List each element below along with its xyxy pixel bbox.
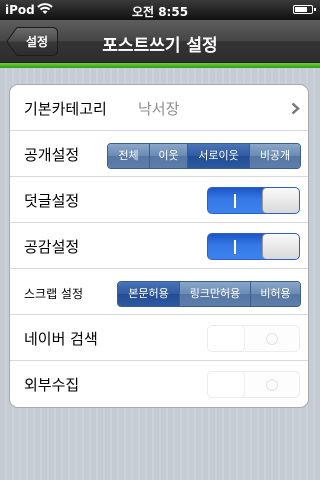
scrap-row: 스크랩 설정 본문허용 링크만허용 비허용 xyxy=(10,269,308,315)
navigation-bar: 설정 포스트쓰기 설정 xyxy=(0,20,320,63)
naver-search-toggle[interactable] xyxy=(207,325,300,352)
external-collect-toggle[interactable] xyxy=(207,371,300,398)
category-value: 낙서장 xyxy=(138,100,180,118)
visibility-label: 공개설정 xyxy=(24,146,80,164)
category-row[interactable]: 기본카테고리 낙서장 xyxy=(10,85,308,131)
visibility-option-private[interactable]: 비공개 xyxy=(250,144,300,168)
comments-label: 덧글설정 xyxy=(24,192,80,210)
settings-group: 기본카테고리 낙서장 공개설정 전체 이웃 서로이웃 비공개 덧글설정 공감설정… xyxy=(9,84,309,408)
page-title: 포스트쓰기 설정 xyxy=(102,36,218,56)
toggle-knob xyxy=(208,326,245,351)
visibility-option-mutual-neighbors[interactable]: 서로이웃 xyxy=(188,144,250,168)
comments-row: 덧글설정 xyxy=(10,177,308,223)
visibility-option-neighbors[interactable]: 이웃 xyxy=(150,144,188,168)
naver-search-row: 네이버 검색 xyxy=(10,315,308,361)
toggle-knob xyxy=(262,234,299,259)
naver-search-label: 네이버 검색 xyxy=(24,330,98,348)
scrap-option-allow-body[interactable]: 본문허용 xyxy=(118,282,180,306)
chevron-right-icon xyxy=(291,100,300,119)
toggle-knob xyxy=(262,188,299,213)
scrap-option-link-only[interactable]: 링크만허용 xyxy=(180,282,251,306)
accent-bar xyxy=(0,63,320,68)
external-collect-row: 외부수집 xyxy=(10,361,308,407)
status-bar: iPod 오전 8:55 xyxy=(0,0,320,20)
category-label: 기본카테고리 xyxy=(24,100,107,118)
visibility-option-all[interactable]: 전체 xyxy=(108,144,150,168)
visibility-row: 공개설정 전체 이웃 서로이웃 비공개 xyxy=(10,131,308,177)
scrap-label: 스크랩 설정 xyxy=(24,287,84,301)
comments-toggle[interactable] xyxy=(207,187,300,214)
empathy-row: 공감설정 xyxy=(10,223,308,269)
scrap-segmented-control: 본문허용 링크만허용 비허용 xyxy=(117,281,301,307)
external-collect-label: 외부수집 xyxy=(24,376,80,394)
toggle-knob xyxy=(208,372,245,397)
clock: 오전 8:55 xyxy=(131,5,189,19)
scrap-option-disallow[interactable]: 비허용 xyxy=(251,282,300,306)
empathy-label: 공감설정 xyxy=(24,238,80,256)
empathy-toggle[interactable] xyxy=(207,233,300,260)
visibility-segmented-control: 전체 이웃 서로이웃 비공개 xyxy=(107,143,301,169)
battery-icon xyxy=(293,5,316,14)
